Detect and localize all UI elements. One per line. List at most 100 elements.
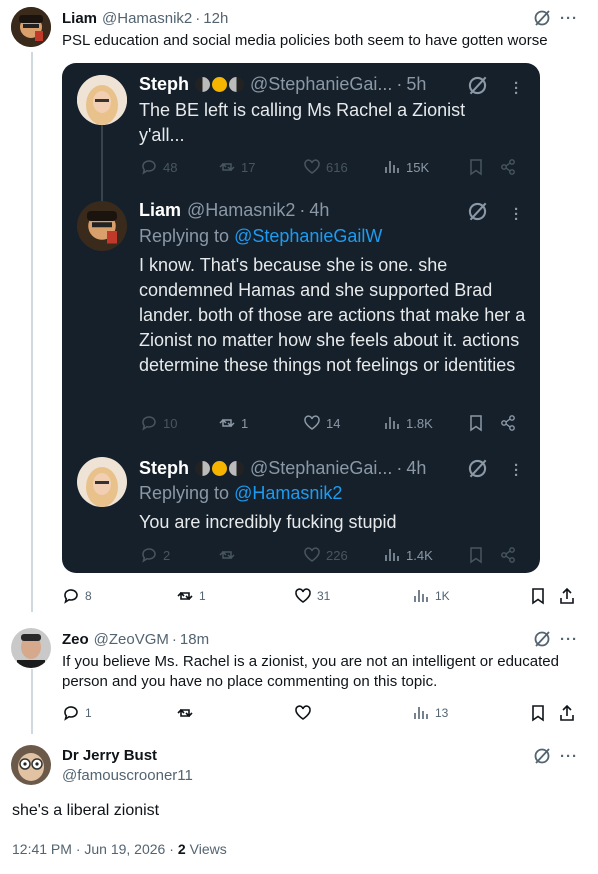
views-button[interactable]: 15K [383,158,429,176]
author-handle[interactable]: @ZeoVGM [94,631,169,648]
like-button[interactable]: 31 [294,587,330,605]
author-handle[interactable]: @Hamasnik2 [187,200,295,221]
avatar[interactable] [77,457,127,507]
author-name-text: Dr Jerry Bust [62,747,158,764]
repost-icon [219,418,235,428]
grok-icon[interactable] [533,9,551,27]
more-icon[interactable]: ··· [514,76,519,101]
avatar-image [11,628,51,668]
bookmark-icon[interactable] [467,158,485,176]
replying-label: Replying to [139,483,230,503]
post-timestamp[interactable]: 12:41 PM · Jun 19, 2026 · [12,841,174,857]
avatar-image [11,745,51,785]
author-name[interactable]: Steph [139,458,189,479]
avatar-image [77,457,127,507]
author-handle[interactable]: @StephanieGai... [250,74,392,95]
views-button[interactable]: 1K [412,587,450,605]
separator: · [299,200,306,220]
author-name[interactable]: Liam [62,10,97,27]
post-text: You are incredibly fucking stupid [139,512,397,532]
author-name[interactable]: Steph [139,74,189,95]
grok-icon[interactable] [467,201,488,222]
repost-count: 17 [241,159,256,175]
repost-button[interactable]: 1 [218,414,248,432]
author-handle[interactable]: @Hamasnik2 [102,10,192,27]
avatar-image [11,7,51,47]
avatar[interactable] [77,201,127,251]
post-actions: 2 226 1.4K [140,546,520,566]
more-icon[interactable]: ··· [560,749,578,764]
avatar[interactable] [11,628,51,668]
like-button[interactable] [294,704,317,722]
views-icon [385,417,399,429]
more-icon[interactable]: ··· [514,202,519,227]
reply-button[interactable]: 8 [62,587,92,605]
like-button[interactable]: 616 [303,158,348,176]
author-name[interactable]: Dr Jerry Bust [62,747,157,764]
author-handle[interactable]: @famouscrooner11 [62,767,193,784]
reply-button[interactable]: 10 [140,414,177,432]
avatar[interactable] [11,7,51,47]
reply-button[interactable]: 2 [140,546,170,564]
separator: · [195,10,201,27]
thread-line [31,52,33,612]
repost-button[interactable]: 1 [176,587,206,605]
post-time[interactable]: 4h [309,200,329,221]
post-header: Zeo @ZeoVGM · 18m [62,631,209,648]
post-time[interactable]: 18m [180,631,209,648]
post-text: The BE left is calling Ms Rachel a Zioni… [139,100,466,145]
post-time[interactable]: 12h [203,10,228,27]
post-time[interactable]: 4h [406,458,426,479]
post-text: PSL education and social media policies … [62,32,548,49]
share-icon[interactable] [558,704,576,722]
author-name[interactable]: Liam [139,200,181,221]
avatar[interactable] [77,75,127,125]
views-button[interactable]: 13 [412,704,448,722]
author-name[interactable]: Zeo [62,631,89,648]
repost-button[interactable] [218,546,241,564]
views-button[interactable]: 1.4K [383,546,433,564]
bookmark-icon[interactable] [529,704,547,722]
share-icon[interactable] [499,158,517,176]
moon-emoji-icon [195,77,211,92]
grok-icon[interactable] [467,458,488,479]
heart-icon [295,705,311,720]
reply-icon [142,160,156,175]
post-actions: 48 17 616 15K [140,158,520,178]
like-button[interactable]: 226 [303,546,348,564]
like-count: 226 [326,547,348,563]
share-icon[interactable] [499,546,517,564]
reply-mention-link[interactable]: @Hamasnik2 [234,483,342,504]
views-count: 1K [435,589,450,603]
grok-icon[interactable] [533,630,551,648]
avatar[interactable] [11,745,51,785]
bookmark-icon[interactable] [529,587,547,605]
repost-button[interactable] [176,704,199,722]
post-header: Steph @StephanieGai... · 4h [139,458,426,479]
share-icon[interactable] [499,414,517,432]
separator: · [396,458,403,478]
separator: · [396,74,403,94]
reply-mention-link[interactable]: @StephanieGailW [234,226,382,247]
repost-button[interactable]: 17 [218,158,255,176]
bookmark-icon[interactable] [467,414,485,432]
views-label: Views [189,841,227,857]
share-icon[interactable] [558,587,576,605]
grok-icon[interactable] [533,747,551,765]
like-button[interactable]: 14 [303,414,340,432]
reply-button[interactable]: 1 [62,704,92,722]
grok-icon[interactable] [467,75,488,96]
views-button[interactable]: 1.8K [383,414,433,432]
author-handle[interactable]: @StephanieGai... [250,458,392,479]
avatar-image [77,75,127,125]
more-icon[interactable]: ··· [560,632,578,647]
avatar-image [77,201,127,251]
reply-button[interactable]: 48 [140,158,177,176]
reply-icon [64,589,78,604]
post-time[interactable]: 5h [406,74,426,95]
more-icon[interactable]: ··· [514,458,519,483]
more-icon[interactable]: ··· [560,11,578,26]
bookmark-icon[interactable] [467,546,485,564]
reply-count: 10 [163,415,178,431]
embedded-thread-card[interactable]: Steph @StephanieGai... · 5h ··· The BE l… [62,63,540,573]
